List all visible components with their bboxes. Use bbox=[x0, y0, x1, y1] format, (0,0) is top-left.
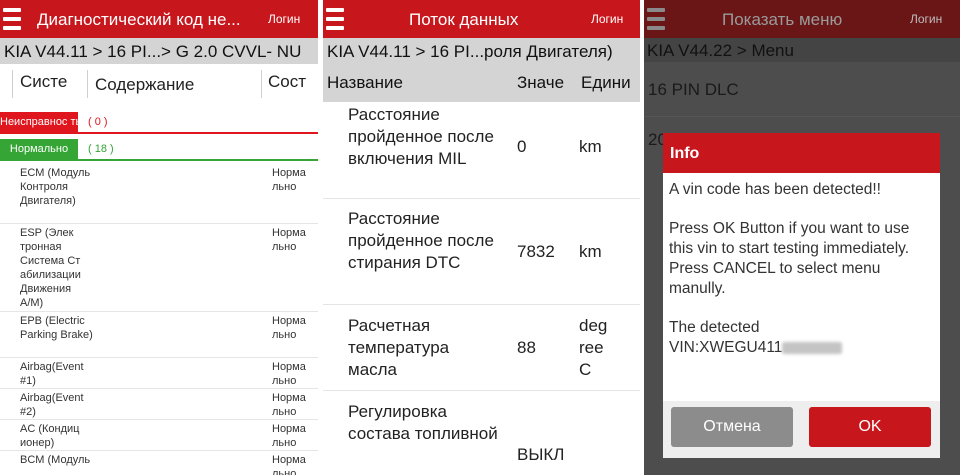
module-name: BCM (Модуль bbox=[20, 454, 91, 466]
data-stream-panel: Поток данных Логин KIA V44.11 > 16 PI...… bbox=[323, 0, 640, 475]
module-name: Airbag(Event #1) bbox=[20, 361, 84, 387]
menu-panel: Показать меню Логин KIA V44.22 > Menu 16… bbox=[644, 0, 960, 475]
parameter-unit: deg ree C bbox=[579, 316, 608, 379]
screen-title: Показать меню bbox=[722, 10, 843, 29]
screen-title: Диагностический код не... bbox=[37, 10, 241, 29]
module-name: Airbag(Event #2) bbox=[20, 392, 84, 418]
dialog-line: Press CANCEL to select menu manully. bbox=[669, 259, 881, 297]
panel-separator bbox=[318, 0, 323, 475]
module-name: ESP (Элек тронная Система Ст абилизации … bbox=[20, 227, 81, 309]
login-button[interactable]: Логин bbox=[268, 12, 300, 26]
screen-title: Поток данных bbox=[409, 10, 519, 29]
column-status: Сост bbox=[268, 72, 307, 91]
module-name: ECM (Модуль Контроля Двигателя) bbox=[20, 167, 91, 207]
dialog-line: The detected bbox=[669, 318, 760, 336]
cancel-button[interactable]: Отмена bbox=[671, 407, 793, 447]
breadcrumb: KIA V44.22 > Menu bbox=[644, 38, 960, 62]
column-unit: Едини bbox=[581, 73, 631, 92]
data-row[interactable]: Расчетная температура масла 88 deg ree C bbox=[323, 305, 640, 391]
dialog-footer: Отмена OK bbox=[663, 401, 940, 458]
hamburger-menu-icon bbox=[647, 6, 665, 32]
module-name: EPB (Electric Parking Brake) bbox=[20, 315, 93, 341]
parameter-unit: km bbox=[579, 242, 602, 261]
vin-detected-dialog: Info A vin code has been detected!! Pres… bbox=[663, 133, 940, 458]
dialog-line: A vin code has been detected!! bbox=[669, 181, 881, 198]
normal-label: Нормально bbox=[0, 139, 78, 161]
column-system: Систе bbox=[20, 72, 68, 91]
module-status: Норма льно bbox=[272, 454, 306, 475]
top-bar: Показать меню Логин bbox=[644, 0, 960, 38]
dialog-title: Info bbox=[663, 133, 940, 173]
hamburger-menu-icon[interactable] bbox=[3, 6, 21, 32]
module-row[interactable]: BCM (Модуль Норма льно bbox=[0, 451, 318, 475]
module-row[interactable]: AC (Кондиц ионер) Норма льно bbox=[0, 420, 318, 451]
normal-filter[interactable]: Нормально ( 18 ) bbox=[0, 139, 318, 161]
data-row[interactable]: Регулировка состава топливной ВЫКЛ bbox=[323, 391, 640, 475]
dialog-line: Press OK Button if you want to use this … bbox=[669, 220, 910, 258]
module-row[interactable]: ESP (Элек тронная Система Ст абилизации … bbox=[0, 224, 318, 312]
column-value: Значе bbox=[517, 73, 565, 92]
parameter-name: Расчетная температура масла bbox=[348, 316, 450, 379]
faulty-count: ( 0 ) bbox=[88, 116, 108, 128]
dialog-message: A vin code has been detected!! Press OK … bbox=[669, 180, 935, 357]
module-status: Норма льно bbox=[272, 361, 306, 387]
divider bbox=[644, 116, 960, 117]
breadcrumb: KIA V44.11 > 16 PI...> G 2.0 CVVL- NU bbox=[0, 38, 318, 64]
parameter-value: 0 bbox=[517, 137, 527, 156]
module-row[interactable]: ECM (Модуль Контроля Двигателя) Норма ль… bbox=[0, 164, 318, 224]
normal-underline bbox=[78, 159, 318, 161]
parameter-unit: km bbox=[579, 137, 602, 156]
table-header: Название Значе Едини bbox=[323, 64, 640, 102]
login-button[interactable]: Логин bbox=[591, 12, 623, 26]
hamburger-menu-icon[interactable] bbox=[326, 6, 344, 32]
module-name: AC (Кондиц ионер) bbox=[20, 423, 80, 449]
normal-count: ( 18 ) bbox=[88, 143, 114, 155]
menu-item: 16 PIN DLC bbox=[648, 80, 739, 99]
ok-button[interactable]: OK bbox=[809, 407, 931, 447]
dtc-panel: Диагностический код не... Логин KIA V44.… bbox=[0, 0, 318, 475]
data-row[interactable]: Расстояние пройденное после включения MI… bbox=[323, 102, 640, 199]
breadcrumb: KIA V44.11 > 16 PI...роля Двигателя) bbox=[323, 38, 640, 64]
module-status: Норма льно bbox=[272, 227, 306, 253]
module-status: Норма льно bbox=[272, 315, 306, 341]
parameter-value: 88 bbox=[517, 338, 536, 357]
column-name: Название bbox=[327, 73, 403, 92]
faulty-filter[interactable]: Неисправнос ть ( 0 ) bbox=[0, 112, 318, 134]
vin-text: VIN:XWEGU411 bbox=[669, 338, 783, 356]
parameter-name: Расстояние пройденное после стирания DTC bbox=[348, 209, 494, 272]
data-row[interactable]: Расстояние пройденное после стирания DTC… bbox=[323, 199, 640, 305]
module-row[interactable]: Airbag(Event #2) Норма льно bbox=[0, 389, 318, 420]
faulty-underline bbox=[78, 132, 318, 134]
faulty-label: Неисправнос ть bbox=[0, 112, 78, 134]
vin-line: VIN:XWEGU411 bbox=[669, 338, 935, 358]
module-status: Норма льно bbox=[272, 392, 306, 418]
column-content: Содержание bbox=[95, 75, 195, 94]
table-header: Систе Содержание Сост bbox=[0, 64, 318, 104]
module-status: Норма льно bbox=[272, 423, 306, 449]
parameter-value: ВЫКЛ bbox=[517, 445, 565, 464]
top-bar: Диагностический код не... Логин bbox=[0, 0, 318, 38]
login-button: Логин bbox=[910, 12, 943, 26]
module-row[interactable]: EPB (Electric Parking Brake) Норма льно bbox=[0, 312, 318, 358]
parameter-name: Расстояние пройденное после включения MI… bbox=[348, 105, 494, 168]
parameter-value: 7832 bbox=[517, 242, 555, 261]
top-bar: Поток данных Логин bbox=[323, 0, 640, 38]
module-status: Норма льно bbox=[272, 167, 306, 193]
parameter-name: Регулировка состава топливной bbox=[348, 402, 498, 443]
vin-redacted bbox=[782, 341, 843, 354]
module-row[interactable]: Airbag(Event #1) Норма льно bbox=[0, 358, 318, 389]
panel-separator bbox=[640, 0, 644, 475]
